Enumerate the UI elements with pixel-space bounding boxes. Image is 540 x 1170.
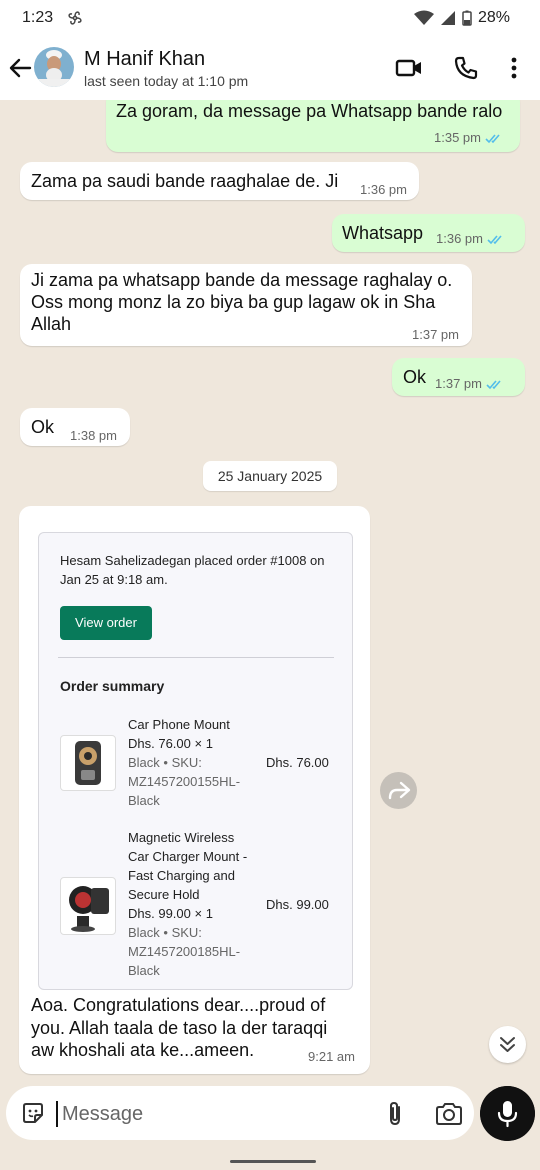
message-bubble-outgoing[interactable]: Ok 1:37 pm xyxy=(392,358,525,396)
message-bubble-incoming[interactable]: Ok 1:38 pm xyxy=(20,408,130,446)
read-ticks-icon xyxy=(485,134,500,143)
message-composer xyxy=(6,1086,474,1140)
item-price: Dhs. 99.00 xyxy=(266,897,329,912)
message-time: 1:36 pm xyxy=(436,231,505,246)
message-time: 9:21 am xyxy=(308,1049,355,1064)
message-text: Whatsapp xyxy=(342,223,424,243)
message-bubble-incoming[interactable]: Hesam Sahelizadegan placed order #1008 o… xyxy=(19,506,370,1074)
order-summary-title: Order summary xyxy=(60,678,165,694)
order-item: Car Phone Mount Dhs. 76.00 × 1 Black • S… xyxy=(128,715,254,810)
signal-icon xyxy=(440,11,455,25)
battery-level: 28% xyxy=(477,9,510,26)
product-image xyxy=(60,735,116,791)
message-text: Za goram, da message pa Whatsapp bande r… xyxy=(116,101,503,121)
composer-bar xyxy=(0,1084,540,1170)
message-time: 1:35 pm xyxy=(434,130,503,145)
chat-area[interactable]: Za goram, da message pa Whatsapp bande r… xyxy=(0,100,540,1084)
message-time: 1:37 pm xyxy=(435,376,504,391)
status-time: 1:23 xyxy=(22,9,54,26)
message-bubble-outgoing[interactable]: Whatsapp 1:36 pm xyxy=(332,214,525,252)
message-text: Ok xyxy=(403,367,427,387)
message-bubble-incoming[interactable]: Ji zama pa whatsapp bande da message rag… xyxy=(20,264,472,346)
item-variant-sku: Black • SKU: MZ1457200185HL-Black xyxy=(128,925,241,978)
item-name: Magnetic Wireless Car Charger Mount - Fa… xyxy=(128,830,248,902)
battery-icon xyxy=(462,10,472,26)
video-call-icon[interactable] xyxy=(394,54,424,82)
divider xyxy=(58,657,334,658)
attachment-icon[interactable] xyxy=(384,1100,406,1128)
home-indicator[interactable] xyxy=(230,1160,316,1163)
order-card: Hesam Sahelizadegan placed order #1008 o… xyxy=(38,532,353,990)
contact-name[interactable]: M Hanif Khan xyxy=(84,48,205,71)
voice-call-icon[interactable] xyxy=(452,54,480,82)
more-options-icon[interactable] xyxy=(504,54,524,82)
sticker-icon[interactable] xyxy=(20,1100,46,1126)
message-text: Aoa. Congratulations dear....proud of yo… xyxy=(31,995,328,1060)
wifi-icon xyxy=(413,10,434,25)
message-time: 1:36 pm xyxy=(360,182,407,197)
product-image xyxy=(60,877,116,935)
order-notification-text: Hesam Sahelizadegan placed order #1008 o… xyxy=(60,553,325,587)
back-arrow-icon[interactable] xyxy=(6,54,34,82)
microphone-icon[interactable] xyxy=(480,1086,535,1141)
item-variant-sku: Black • SKU: MZ1457200155HL-Black xyxy=(128,755,241,808)
item-name: Car Phone Mount xyxy=(128,717,230,732)
message-bubble-incoming[interactable]: Zama pa saudi bande raaghalae de. Ji 1:3… xyxy=(20,162,419,200)
read-ticks-icon xyxy=(487,235,502,244)
item-quantity-price: Dhs. 99.00 × 1 xyxy=(128,906,213,921)
message-text: Zama pa saudi bande raaghalae de. Ji xyxy=(31,171,339,191)
message-time: 1:37 pm xyxy=(412,327,459,342)
view-order-button[interactable]: View order xyxy=(60,606,152,640)
date-separator: 25 January 2025 xyxy=(203,461,337,491)
status-bar: 1:23 28% xyxy=(0,0,540,36)
message-bubble-outgoing[interactable]: Za goram, da message pa Whatsapp bande r… xyxy=(106,100,520,152)
forward-icon[interactable] xyxy=(380,772,417,809)
avatar[interactable] xyxy=(34,47,74,87)
order-item: Magnetic Wireless Car Charger Mount - Fa… xyxy=(128,828,254,980)
message-time: 1:38 pm xyxy=(70,428,117,443)
camera-icon[interactable] xyxy=(434,1101,464,1127)
read-ticks-icon xyxy=(486,380,501,389)
text-cursor xyxy=(56,1101,58,1127)
message-text: Ji zama pa whatsapp bande da message rag… xyxy=(31,270,453,334)
last-seen-status: last seen today at 1:10 pm xyxy=(84,73,249,89)
message-input[interactable] xyxy=(62,1100,362,1128)
chat-header: M Hanif Khan last seen today at 1:10 pm xyxy=(0,36,540,100)
message-text: Ok xyxy=(31,417,55,437)
item-quantity-price: Dhs. 76.00 × 1 xyxy=(128,736,213,751)
scroll-to-bottom-icon[interactable] xyxy=(489,1026,526,1063)
status-icons: 28% xyxy=(413,9,510,27)
item-price: Dhs. 76.00 xyxy=(266,755,329,770)
pinwheel-icon xyxy=(68,11,82,25)
